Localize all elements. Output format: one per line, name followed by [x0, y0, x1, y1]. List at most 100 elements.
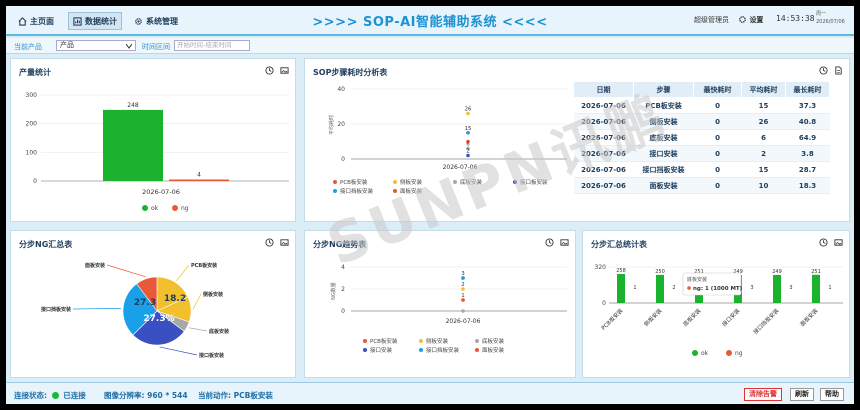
table-cell: PCB板安装	[633, 97, 694, 114]
y-tick-label: 20	[337, 121, 345, 128]
table-cell: 6	[741, 129, 786, 146]
sop-time-chart: 40200平均耗时2615622026-07-06PCB板安装 侧板安装 底板安装接…	[328, 86, 567, 195]
chevron-down-icon	[126, 44, 132, 49]
resolution-label: 图像分辨率:	[104, 391, 145, 400]
resolution-value: 960 * 544	[147, 391, 188, 400]
table-cell: 28.7	[785, 161, 830, 178]
bar-label-ok: 250	[655, 269, 665, 275]
pie-label: 底板安装	[208, 328, 229, 335]
col-date: 日期	[573, 81, 634, 98]
product-select[interactable]: 产品	[56, 40, 136, 51]
document-icon[interactable]	[834, 66, 843, 75]
col-max: 最长耗时	[785, 81, 830, 98]
panel-toolbar	[545, 238, 569, 247]
legend-marker	[475, 348, 479, 352]
bar-label-ok: 248	[127, 102, 139, 109]
history-icon[interactable]	[819, 66, 828, 75]
ng-trend-chart: 4 2 0 NG数量 3 2 1 2026-07-06 PCB板安装 侧板安装 底板安装接口安装 接口…	[330, 264, 567, 354]
bar-label-ng: 1	[828, 285, 831, 291]
clear-alarm-button[interactable]: 清除告警	[744, 388, 782, 401]
y-tick-label: 4	[341, 264, 345, 271]
x-tick-label: 面板安装	[798, 306, 820, 328]
x-tick-label: 底板安装	[681, 306, 703, 328]
date-box: 周一 2026/07/06	[816, 10, 845, 26]
legend-marker	[513, 180, 517, 184]
user-name[interactable]: 超级管理员	[694, 15, 729, 25]
pie-pct-label: 18.2	[164, 294, 186, 304]
table-cell: 0	[693, 177, 742, 194]
table-cell: 40.8	[785, 113, 830, 130]
resolution-status: 图像分辨率: 960 * 544	[104, 390, 188, 401]
table-cell: 15	[741, 97, 786, 114]
legend-marker	[393, 180, 397, 184]
history-icon[interactable]	[265, 238, 274, 247]
panel-toolbar	[819, 66, 843, 75]
y-tick-label: 320	[595, 264, 607, 271]
pie-label: 接口板安装	[198, 352, 224, 359]
legend-label: 面板安装	[482, 346, 505, 354]
table-header-row: 日期 步骤 最快耗时 平均耗时 最长耗时	[573, 81, 830, 98]
bar-label-ok: 251	[811, 269, 821, 275]
y-tick-label: 0	[602, 300, 606, 307]
app-window: 主页面 数据统计 系统管理 >>>> SOP-AI智能辅助系统 <<<< 超级管…	[6, 6, 854, 404]
panel-toolbar	[819, 238, 843, 247]
history-icon[interactable]	[545, 238, 554, 247]
table-cell: 18.3	[785, 177, 830, 194]
legend-label-ng: ng	[181, 205, 189, 212]
pie-pct-label: 27.3	[134, 298, 156, 308]
bar-label-ng: 1	[633, 285, 636, 291]
time-range-label: 时间区间	[142, 43, 170, 51]
product-label: 当前产品	[14, 43, 42, 51]
table-cell: 2026-07-06	[573, 113, 634, 130]
legend-marker	[419, 348, 423, 352]
image-icon[interactable]	[280, 238, 289, 247]
table-cell: 底板安装	[633, 129, 694, 146]
settings-label: 设置	[749, 16, 764, 24]
table-row: 2026-07-06 PCB板安装 0 15 37.3	[573, 97, 830, 114]
settings-button[interactable]: 设置	[738, 15, 763, 25]
legend-marker	[453, 180, 457, 184]
legend-label: 接口挡板安装	[340, 187, 374, 195]
legend-label-ng: ng	[735, 350, 743, 357]
filter-bar: 当前产品 产品 时间区间 开始时间-结束时间	[6, 38, 854, 54]
table-cell: 0	[693, 145, 742, 162]
table-cell: 2026-07-06	[573, 97, 634, 114]
image-icon[interactable]	[280, 66, 289, 75]
table-cell: 0	[693, 161, 742, 178]
table-cell: 2026-07-06	[573, 177, 634, 194]
col-step: 步骤	[633, 81, 694, 98]
status-bar: 连接状态: 已连接 图像分辨率: 960 * 544 当前动作: PCB板安装 …	[6, 382, 854, 404]
y-axis-label: 平均耗时	[328, 115, 335, 135]
sop-time-table: 日期 步骤 最快耗时 平均耗时 最长耗时 2026-07-06 PCB板安装 0 15…	[573, 81, 830, 194]
image-icon[interactable]	[560, 238, 569, 247]
connected-dot-icon	[51, 392, 59, 399]
refresh-button[interactable]: 刷新	[790, 388, 814, 401]
bar-ng	[169, 179, 229, 181]
settings-gear-icon	[739, 16, 746, 23]
history-icon[interactable]	[819, 238, 828, 247]
history-icon[interactable]	[265, 66, 274, 75]
x-tick-label: PCB板安装	[599, 306, 624, 331]
legend-dot-ng	[172, 205, 178, 211]
y-tick-label: 0	[341, 308, 345, 315]
help-button[interactable]: 帮助	[820, 388, 844, 401]
output-chart: 300 200 100 0 248 4 2026-07-06 ok ng	[26, 92, 289, 212]
legend-label: 面板安装	[400, 187, 423, 195]
x-tick-label: 2026-07-06	[142, 188, 180, 196]
pie-label: 面板安装	[85, 262, 105, 269]
time-range-input[interactable]: 开始时间-结束时间	[174, 40, 250, 51]
legend-marker	[475, 339, 479, 343]
bar-ok	[103, 109, 163, 181]
legend-dot-ng	[726, 350, 732, 356]
sop-time-panel: SOP步骤耗时分析表 40 20 0 平均耗时 26 15 6 2 2026-07-06 PCB板…	[304, 58, 850, 222]
table-cell: 侧板安装	[633, 113, 694, 130]
legend-marker	[333, 189, 337, 193]
data-label: 2	[461, 282, 465, 288]
data-label: 15	[465, 126, 472, 132]
table-cell: 15	[741, 161, 786, 178]
bar-label-ok: 249	[772, 269, 782, 275]
table-cell: 0	[693, 113, 742, 130]
table-cell: 26	[741, 113, 786, 130]
table-cell: 2	[741, 145, 786, 162]
image-icon[interactable]	[834, 238, 843, 247]
